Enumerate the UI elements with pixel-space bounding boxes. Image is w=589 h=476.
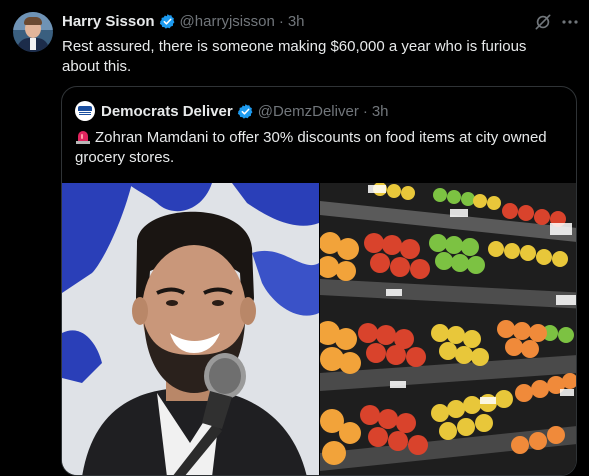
author-name[interactable]: Harry Sisson: [62, 13, 155, 30]
quoted-header: Democrats Deliver @DemzDeliver · 3h: [75, 101, 389, 121]
tweet-header: Harry Sisson @harryjsisson · 3h: [62, 13, 305, 30]
separator-dot: ·: [362, 102, 368, 120]
quoted-avatar[interactable]: [75, 101, 95, 121]
grok-icon[interactable]: [533, 12, 553, 32]
tweet-text: Rest assured, there is someone making $6…: [62, 38, 527, 75]
quoted-tweet[interactable]: Democrats Deliver @DemzDeliver · 3h Zohr…: [61, 86, 577, 476]
quoted-time[interactable]: 3h: [372, 103, 389, 120]
verified-badge-icon: [159, 14, 174, 29]
quoted-text-block: Zohran Mamdani to offer 30% discounts on…: [75, 128, 555, 168]
tweet-time[interactable]: 3h: [288, 13, 305, 30]
author-avatar[interactable]: [13, 12, 53, 52]
photo-produce-shelves[interactable]: [320, 183, 576, 475]
photo-mamdani[interactable]: [62, 183, 319, 475]
author-handle[interactable]: @harryjsisson: [180, 13, 275, 30]
verified-badge-icon: [237, 103, 253, 119]
quoted-author-handle[interactable]: @DemzDeliver: [258, 103, 359, 120]
more-icon[interactable]: [560, 12, 580, 32]
separator-dot: ·: [278, 13, 284, 30]
police-light-emoji-icon: [76, 131, 90, 144]
quoted-text: Zohran Mamdani to offer 30% discounts on…: [75, 129, 547, 166]
quoted-author-name[interactable]: Democrats Deliver: [101, 103, 233, 120]
